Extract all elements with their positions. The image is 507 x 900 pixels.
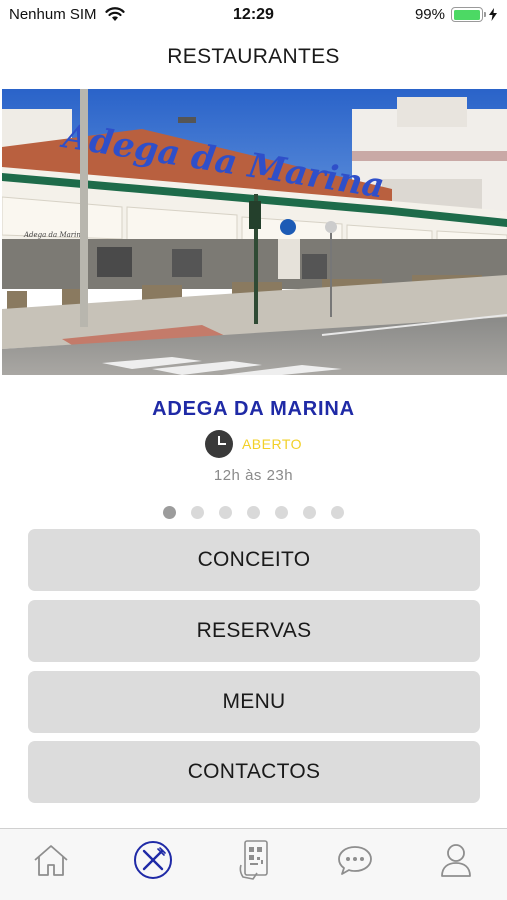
battery-percent: 99% — [414, 6, 445, 23]
open-status-label: ABERTO — [241, 436, 303, 452]
tab-profile[interactable] — [435, 839, 477, 881]
contacts-button[interactable]: CONTACTOS — [28, 741, 480, 803]
page-dot[interactable] — [163, 506, 176, 519]
clock-icon — [204, 430, 233, 458]
opening-hours: 12h às 23h — [213, 467, 294, 484]
charging-bolt-icon — [489, 8, 497, 21]
page-indicator[interactable] — [0, 506, 507, 519]
page-dot[interactable] — [247, 506, 260, 519]
page-title: RESTAURANTES — [167, 45, 340, 68]
page-dot[interactable] — [331, 506, 344, 519]
fork-knife-icon — [134, 841, 172, 879]
battery-fill — [453, 9, 481, 20]
chat-bubble-icon — [338, 846, 372, 875]
tab-bar — [0, 828, 507, 900]
status-bar: Nenhum SIM 12:29 99% — [0, 0, 507, 30]
status-right: 99% — [415, 6, 497, 23]
tab-home[interactable] — [30, 839, 72, 881]
qr-phone-icon — [239, 840, 268, 880]
tab-restaurants[interactable] — [132, 839, 174, 881]
menu-button[interactable]: MENU — [28, 671, 480, 733]
concept-button[interactable]: CONCEITO — [28, 529, 480, 591]
tab-qr-code[interactable] — [233, 839, 275, 881]
photo-awning-text: Adega da Marina — [23, 231, 85, 239]
page-dot[interactable] — [191, 506, 204, 519]
page-dot[interactable] — [219, 506, 232, 519]
restaurant-photo[interactable]: Adega da Marina Adega da Marina — [2, 89, 507, 375]
home-icon — [34, 845, 68, 876]
battery-icon — [451, 7, 486, 22]
open-status: ABERTO — [0, 430, 507, 458]
restaurant-name: ADEGA DA MARINA — [152, 398, 355, 420]
restaurant-photo-illustration: Adega da Marina Adega da Marina — [2, 89, 507, 375]
page-dot[interactable] — [275, 506, 288, 519]
battery-cap — [484, 12, 486, 17]
page-dot[interactable] — [303, 506, 316, 519]
user-icon — [441, 844, 471, 877]
tab-messages[interactable] — [334, 839, 376, 881]
reservations-button[interactable]: RESERVAS — [28, 600, 480, 662]
